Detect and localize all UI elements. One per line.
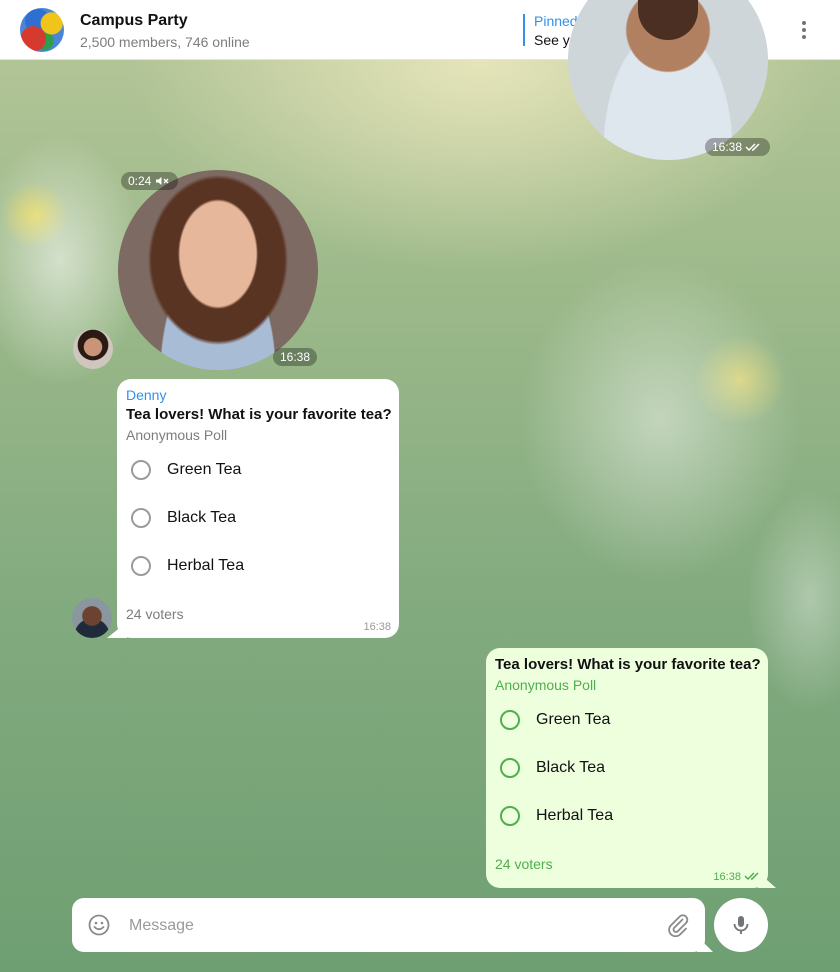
voice-record-button[interactable] — [714, 898, 768, 952]
message-input[interactable] — [127, 912, 651, 940]
poll-message-incoming: Denny Tea lovers! What is your favorite … — [117, 379, 399, 638]
radio-button[interactable] — [500, 806, 520, 826]
radio-button[interactable] — [131, 508, 151, 528]
poll-option-label: Black Tea — [536, 759, 606, 776]
group-member-count: 2,500 members, 746 online — [80, 34, 250, 50]
poll-option[interactable]: Herbal Tea — [117, 542, 399, 590]
poll-option[interactable]: Green Tea — [117, 446, 399, 494]
poll-type: Anonymous Poll — [126, 427, 228, 443]
poll-question: Tea lovers! What is your favorite tea? — [126, 406, 392, 423]
poll-option-label: Green Tea — [167, 461, 242, 478]
message-composer — [72, 898, 705, 952]
poll-option-label: Herbal Tea — [536, 807, 614, 824]
round-video-message-incoming[interactable] — [118, 170, 318, 370]
message-time: 16:38 — [713, 871, 762, 883]
radio-button[interactable] — [131, 556, 151, 576]
poll-question: Tea lovers! What is your favorite tea? — [495, 656, 761, 673]
message-time: 16:38 — [363, 621, 391, 633]
microphone-icon — [733, 916, 749, 934]
poll-option-label: Herbal Tea — [167, 557, 245, 574]
pinned-indicator — [523, 14, 525, 46]
more-vertical-icon[interactable] — [792, 18, 816, 42]
paperclip-icon[interactable] — [666, 913, 690, 937]
poll-voter-count: 24 voters — [126, 606, 184, 622]
poll-type: Anonymous Poll — [495, 677, 597, 693]
emoji-icon[interactable] — [87, 913, 111, 937]
sender-avatar[interactable] — [72, 598, 112, 638]
radio-button[interactable] — [131, 460, 151, 480]
poll-message-outgoing: Tea lovers! What is your favorite tea? A… — [486, 648, 768, 888]
video-duration: 0:24 — [121, 172, 178, 190]
poll-option-label: Green Tea — [536, 711, 611, 728]
muted-speaker-icon — [155, 177, 169, 185]
poll-voter-count: 24 voters — [495, 856, 553, 872]
message-time: 16:38 — [273, 348, 318, 366]
group-title[interactable]: Campus Party — [80, 12, 188, 30]
radio-button[interactable] — [500, 710, 520, 730]
poll-option[interactable]: Green Tea — [486, 696, 768, 744]
radio-button[interactable] — [500, 758, 520, 778]
poll-option-label: Black Tea — [167, 509, 237, 526]
double-check-icon — [744, 872, 759, 881]
sender-name[interactable]: Denny — [126, 387, 166, 403]
double-check-icon — [745, 143, 760, 152]
message-time: 16:38 — [705, 138, 771, 156]
video-thumbnail — [638, 0, 698, 40]
poll-option[interactable]: Black Tea — [486, 744, 768, 792]
group-avatar[interactable] — [20, 8, 64, 52]
poll-option[interactable]: Black Tea — [117, 494, 399, 542]
poll-option[interactable]: Herbal Tea — [486, 792, 768, 840]
sender-avatar[interactable] — [73, 329, 113, 369]
